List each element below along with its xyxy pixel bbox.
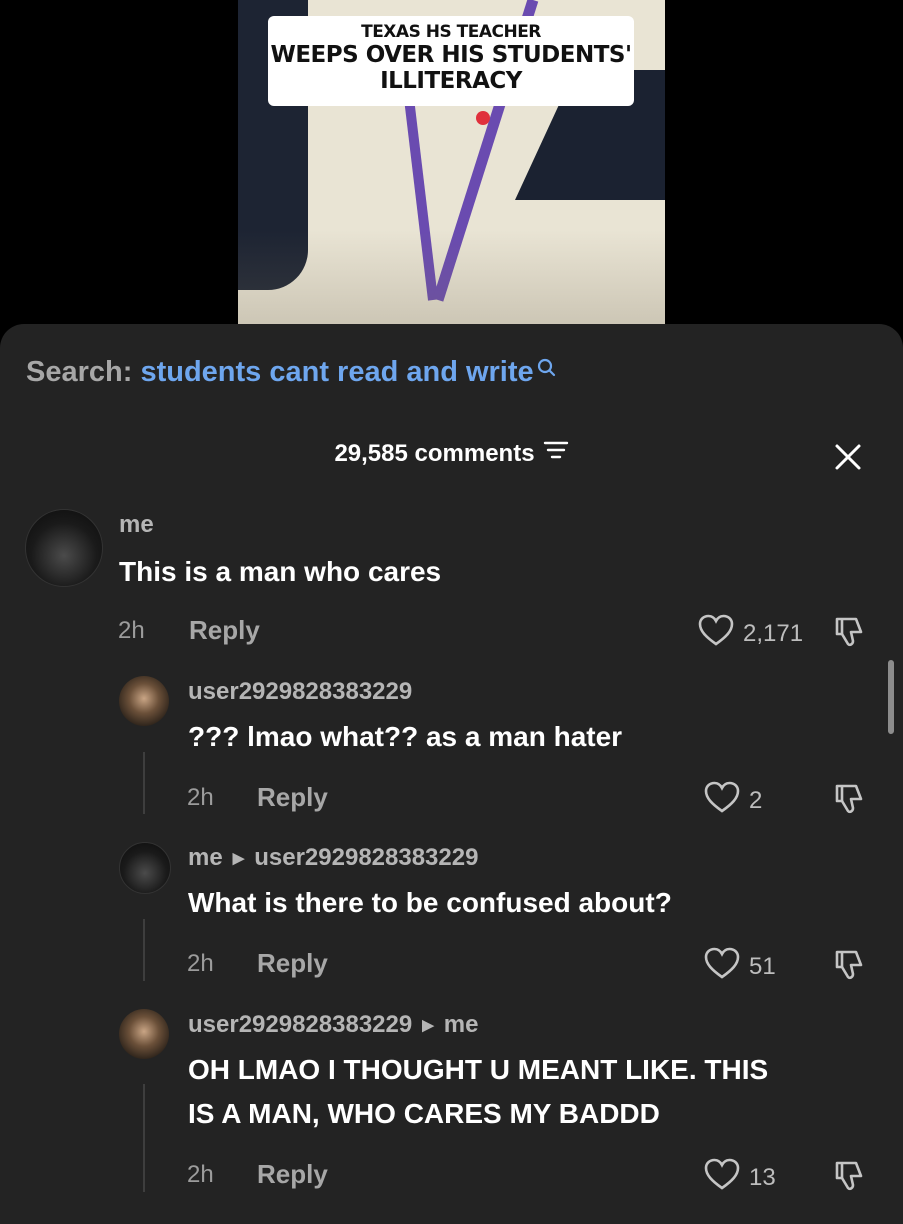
caption-line: ILLITERACY — [380, 68, 522, 94]
video-shade — [238, 230, 665, 324]
comments-count-bar: 29,585 comments — [0, 439, 903, 468]
close-icon[interactable] — [833, 442, 863, 472]
avatar[interactable] — [25, 509, 103, 587]
caption-line: TEXAS HS TEACHER — [361, 22, 541, 42]
reply-to-username[interactable]: user2929828383229 — [254, 844, 478, 872]
username-text[interactable]: user2929828383229 — [188, 678, 412, 706]
heart-icon — [703, 780, 741, 821]
reply-button[interactable]: Reply — [257, 782, 328, 813]
avatar[interactable] — [119, 676, 169, 726]
username-text[interactable]: user2929828383229 — [188, 1011, 412, 1039]
dislike-icon[interactable] — [831, 948, 867, 987]
dislike-icon[interactable] — [831, 1159, 867, 1198]
like-count: 13 — [749, 1163, 776, 1191]
comment-time: 2h — [187, 950, 214, 977]
video-caption: TEXAS HS TEACHER WEEPS OVER HIS STUDENTS… — [268, 16, 634, 106]
comment-username[interactable]: user2929828383229 — [188, 678, 412, 706]
comment-username[interactable]: me ▶ user2929828383229 — [188, 844, 478, 872]
reply-button[interactable]: Reply — [189, 615, 260, 646]
heart-icon — [697, 613, 735, 654]
reply-arrow-icon: ▶ — [422, 1017, 434, 1034]
username-text[interactable]: me — [119, 511, 154, 539]
sort-icon[interactable] — [543, 439, 569, 468]
thread-line — [143, 752, 145, 814]
comment-text: What is there to be confused about? — [188, 887, 672, 918]
like-button[interactable]: 51 — [703, 946, 776, 987]
comment-text-line: OH LMAO I THOUGHT U MEANT LIKE. THIS — [188, 1054, 769, 1085]
scrollbar[interactable] — [888, 660, 894, 734]
dislike-icon[interactable] — [831, 615, 867, 654]
reply-button[interactable]: Reply — [257, 1159, 328, 1190]
reply-to-username[interactable]: me — [444, 1011, 479, 1039]
comment-text: This is a man who cares — [119, 556, 442, 587]
like-count: 2 — [749, 786, 763, 814]
comments-count: 29,585 comments — [334, 439, 535, 467]
comment-time: 2h — [187, 784, 214, 811]
search-suggestion[interactable]: Search: students cant read and write — [26, 356, 558, 389]
reply-arrow-icon: ▶ — [232, 850, 245, 867]
like-count: 2,171 — [743, 619, 804, 647]
comment-time: 2h — [187, 1161, 214, 1188]
dislike-icon[interactable] — [831, 782, 867, 821]
video-preview[interactable]: TEXAS HS TEACHER WEEPS OVER HIS STUDENTS… — [238, 0, 665, 324]
heart-icon — [703, 946, 741, 987]
caption-line: WEEPS OVER HIS STUDENTS' — [270, 42, 632, 68]
username-text[interactable]: me — [188, 844, 223, 872]
comments-sheet: Search: students cant read and write 29,… — [0, 324, 903, 1224]
avatar[interactable] — [119, 842, 171, 894]
search-query-link[interactable]: students cant read and write — [140, 356, 533, 388]
thread-line — [143, 919, 145, 981]
comment-time: 2h — [118, 617, 145, 644]
thread-line — [143, 1084, 145, 1192]
avatar[interactable] — [119, 1009, 169, 1059]
comment-text: ??? lmao what?? as a man hater — [188, 721, 623, 752]
like-count: 51 — [749, 952, 776, 980]
comment-username[interactable]: user2929828383229 ▶ me — [188, 1011, 478, 1039]
comment-username[interactable]: me — [119, 511, 154, 539]
search-label: Search: — [26, 356, 133, 388]
like-button[interactable]: 2 — [703, 780, 762, 821]
search-icon[interactable] — [536, 354, 558, 387]
heart-icon — [703, 1157, 741, 1198]
comment-text-line: IS A MAN, WHO CARES MY BADDD — [188, 1098, 660, 1129]
reply-button[interactable]: Reply — [257, 948, 328, 979]
like-button[interactable]: 2,171 — [697, 613, 803, 654]
like-button[interactable]: 13 — [703, 1157, 776, 1198]
